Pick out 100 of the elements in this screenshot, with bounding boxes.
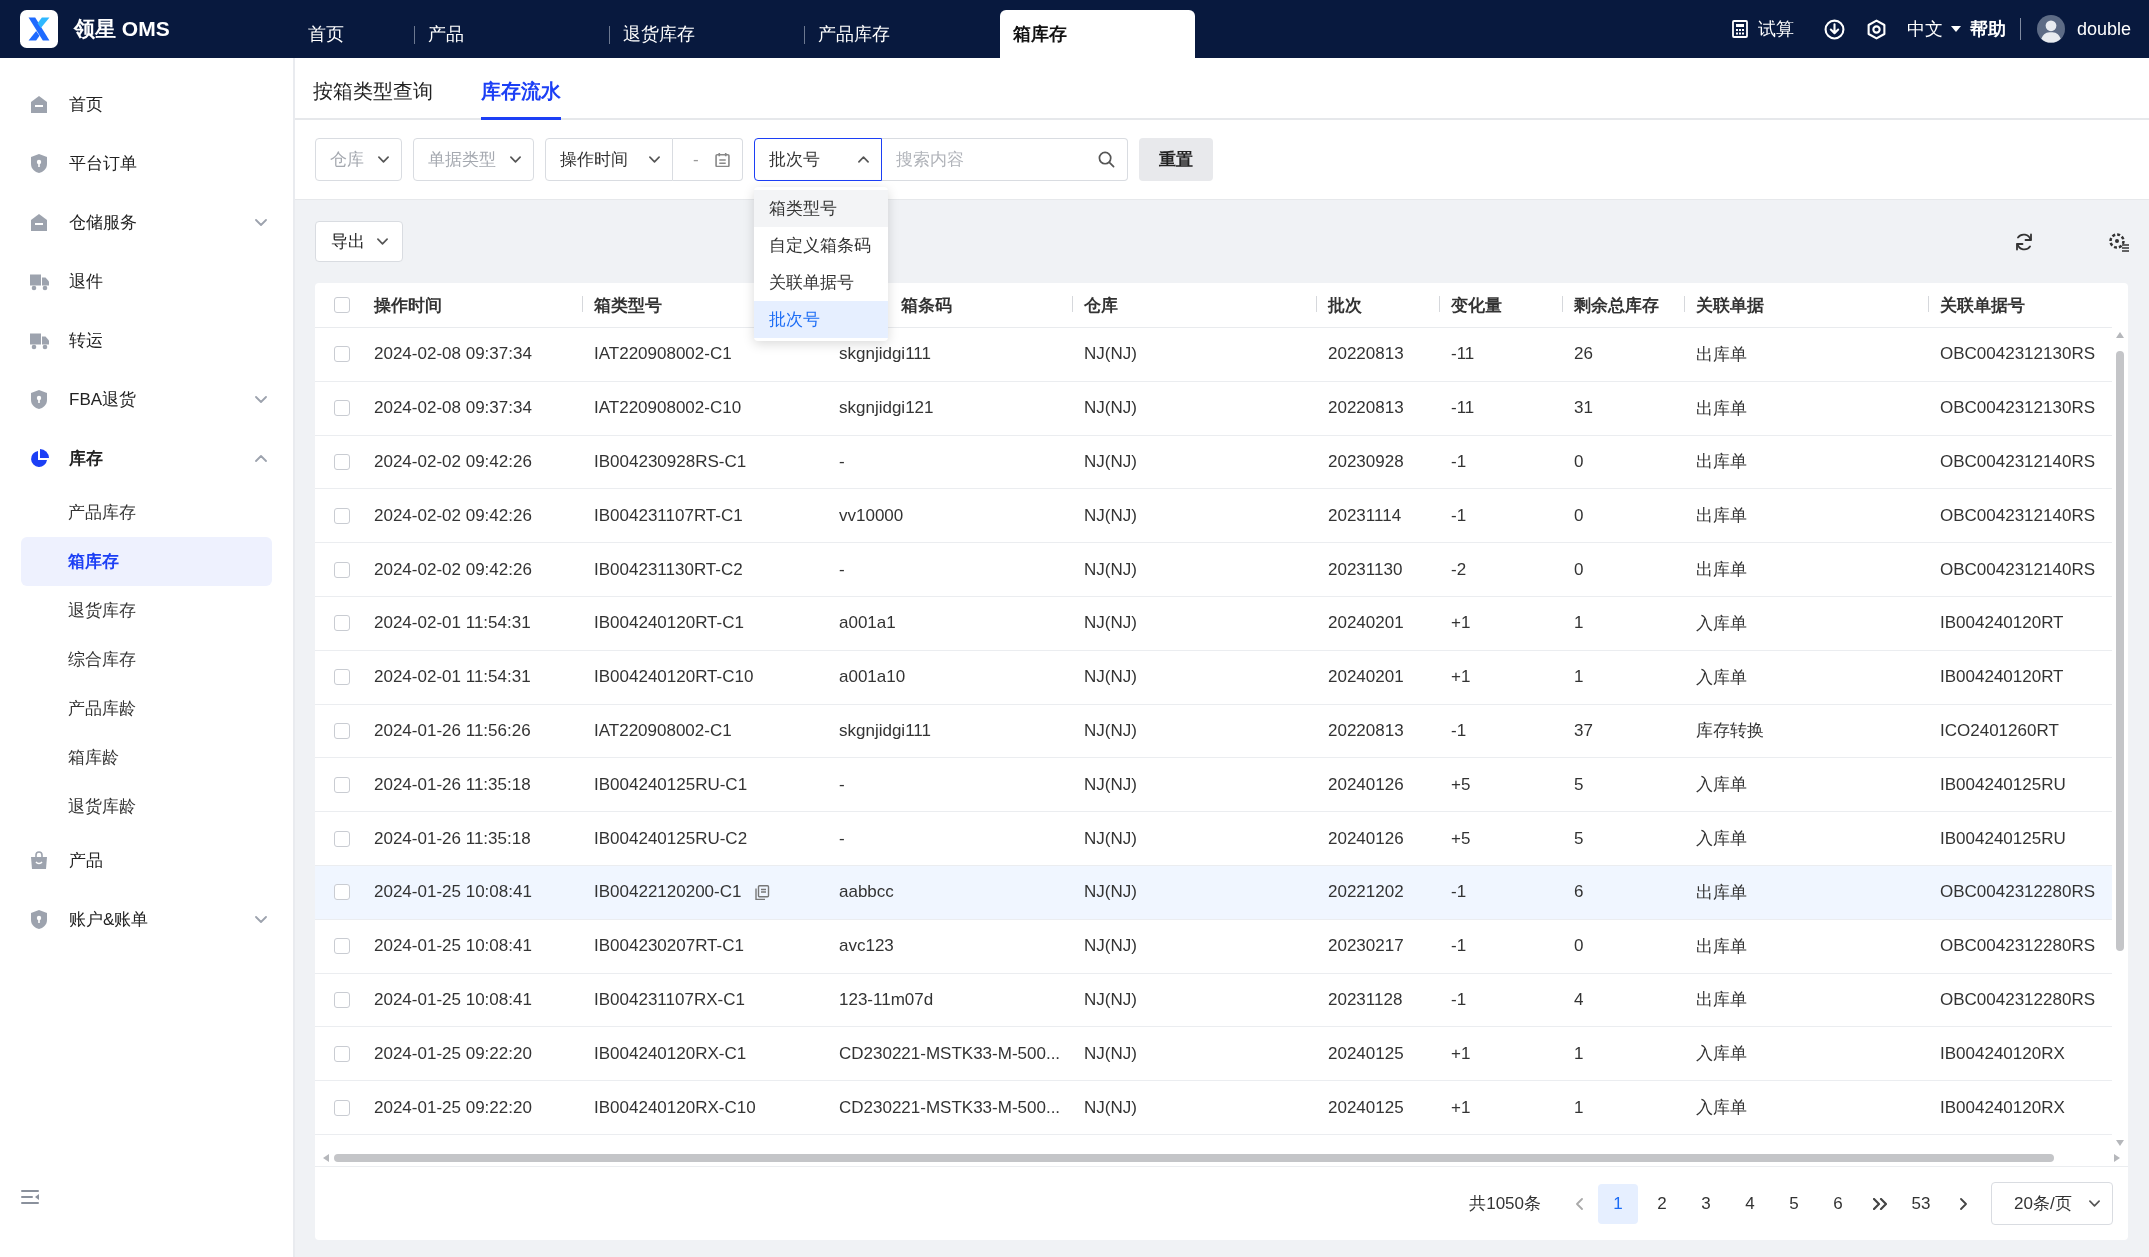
page-button[interactable]: 6 <box>1818 1183 1858 1224</box>
sidebar-item[interactable]: 账户&账单 <box>0 890 293 949</box>
sidebar-item[interactable]: FBA退货 <box>0 370 293 429</box>
menu-item[interactable]: 批次号 <box>753 301 888 338</box>
page-button[interactable]: 2 <box>1642 1183 1682 1224</box>
table-cell: 20240201 <box>1328 613 1404 634</box>
table-cell: +1 <box>1451 1043 1471 1064</box>
scroll-right-icon[interactable] <box>2114 1154 2120 1162</box>
help-link[interactable]: 帮助 <box>1969 17 2006 41</box>
table-cell: - <box>839 828 845 849</box>
page-button[interactable]: 53 <box>1901 1183 1941 1224</box>
column-header: 变化量 <box>1451 294 1502 317</box>
checkbox[interactable] <box>333 454 350 470</box>
menu-item[interactable]: 关联单据号 <box>753 264 888 301</box>
sidebar-item[interactable]: 仓储服务 <box>0 193 293 252</box>
nav-tab[interactable]: 首页 <box>295 10 415 58</box>
page-size-select[interactable]: 20条/页 <box>1991 1182 2113 1225</box>
next-page-icon[interactable] <box>1960 1197 1967 1210</box>
checkbox[interactable] <box>333 561 350 578</box>
checkbox[interactable] <box>333 991 350 1008</box>
nav-tab[interactable]: 退货库存 <box>610 10 805 58</box>
table-cell: 20231114 <box>1328 505 1402 526</box>
sidebar-item[interactable]: 库存 <box>0 429 293 488</box>
page-button[interactable]: 1 <box>1598 1183 1638 1224</box>
sidebar-subitem[interactable]: 产品库存 <box>21 488 272 537</box>
search-icon[interactable] <box>1097 151 1115 168</box>
sidebar-subitem[interactable]: 退货库存 <box>21 586 272 635</box>
table-cell: 2024-01-25 09:22:20 <box>374 1097 532 1118</box>
sidebar-item[interactable]: 转运 <box>0 311 293 370</box>
column-header: 操作时间 <box>374 294 442 317</box>
nav-tab[interactable]: 产品 <box>415 10 610 58</box>
tab[interactable]: 库存流水 <box>481 58 561 120</box>
sidebar-subitem[interactable]: 退货库龄 <box>21 782 272 831</box>
checkbox[interactable] <box>333 830 350 847</box>
reset-button[interactable]: 重置 <box>1138 138 1213 181</box>
table-cell: 20221202 <box>1328 882 1404 903</box>
table-cell: IB004240125RU-C1 <box>594 774 748 795</box>
checkbox[interactable] <box>333 669 350 686</box>
nav-tab[interactable]: 产品库存 <box>805 10 1000 58</box>
page-button[interactable]: 3 <box>1686 1183 1726 1224</box>
checkbox[interactable] <box>333 346 350 363</box>
page-button[interactable]: 5 <box>1774 1183 1814 1224</box>
table-cell: 37 <box>1574 720 1593 741</box>
sidebar-item[interactable]: 产品 <box>0 831 293 890</box>
collapse-menu-icon[interactable] <box>21 1189 40 1205</box>
menu-item[interactable]: 箱类型号 <box>753 190 888 227</box>
table-cell: +1 <box>1451 667 1471 688</box>
pie-chart-icon <box>30 449 49 468</box>
export-button[interactable]: 导出 <box>315 221 403 262</box>
sidebar-item[interactable]: 平台订单 <box>0 134 293 193</box>
scroll-down-icon[interactable] <box>2116 1140 2124 1146</box>
more-pages-icon[interactable] <box>1873 1197 1887 1210</box>
table-cell-text: 入库单 <box>1696 1097 1747 1120</box>
app-name: 领星 OMS <box>74 16 170 42</box>
table-cell: aabbcc <box>839 882 894 903</box>
copy-icon[interactable] <box>755 884 771 900</box>
checkbox[interactable] <box>333 722 350 739</box>
table-cell: 2024-02-08 09:37:34 <box>374 398 532 419</box>
select-field[interactable]: 操作时间 <box>545 138 673 181</box>
user-name[interactable]: double <box>2076 18 2131 40</box>
scrollbar-thumb[interactable] <box>2116 351 2124 951</box>
tab[interactable]: 按箱类型查询 <box>313 58 433 120</box>
language-dropdown[interactable]: 中文 <box>1906 17 1961 41</box>
refresh-icon[interactable] <box>2014 231 2034 252</box>
checkbox[interactable] <box>333 938 350 955</box>
checkbox[interactable] <box>333 400 350 417</box>
checkbox[interactable] <box>333 507 350 524</box>
total-count: 共1050条 <box>1469 1193 1541 1215</box>
sidebar-subitem[interactable]: 综合库存 <box>21 635 272 684</box>
logo-icon <box>20 10 58 48</box>
sidebar-subitem[interactable]: 箱库龄 <box>21 733 272 782</box>
scroll-up-icon[interactable] <box>2116 332 2124 338</box>
menu-item[interactable]: 自定义箱条码 <box>753 227 888 264</box>
table-cell: CD230221-MSTK33-M-500... <box>839 1097 1061 1118</box>
download-icon[interactable] <box>1823 18 1845 40</box>
column-settings-icon[interactable] <box>2109 231 2129 252</box>
sidebar-item[interactable]: 退件 <box>0 252 293 311</box>
table-cell: 20240125 <box>1328 1097 1404 1118</box>
search-field[interactable]: 搜索内容 <box>881 138 1128 181</box>
table-cell: vv10000 <box>839 505 904 526</box>
checkbox[interactable] <box>333 615 350 632</box>
checkbox[interactable] <box>333 1045 350 1062</box>
checkbox[interactable] <box>333 884 350 901</box>
truck-icon <box>30 272 49 291</box>
checkbox[interactable] <box>333 776 350 793</box>
sidebar-item[interactable]: 首页 <box>0 75 293 134</box>
checkbox[interactable] <box>333 297 350 313</box>
page-button[interactable]: 4 <box>1730 1183 1770 1224</box>
settings-icon[interactable] <box>1865 18 1887 40</box>
calculator-button[interactable]: 试算 <box>1731 17 1794 41</box>
checkbox[interactable] <box>333 1099 350 1116</box>
scrollbar-thumb[interactable] <box>334 1154 2054 1162</box>
sidebar-subitem[interactable]: 产品库龄 <box>21 684 272 733</box>
sidebar-subitem[interactable]: 箱库存 <box>21 537 272 586</box>
scroll-left-icon[interactable] <box>323 1154 329 1162</box>
table-cell-text: 入库单 <box>1696 612 1747 635</box>
nav-tab[interactable]: 箱库存 <box>1000 10 1195 58</box>
avatar-icon[interactable] <box>2036 15 2065 43</box>
previous-page-icon[interactable] <box>1576 1197 1583 1210</box>
table-cell: 1 <box>1574 613 1584 634</box>
